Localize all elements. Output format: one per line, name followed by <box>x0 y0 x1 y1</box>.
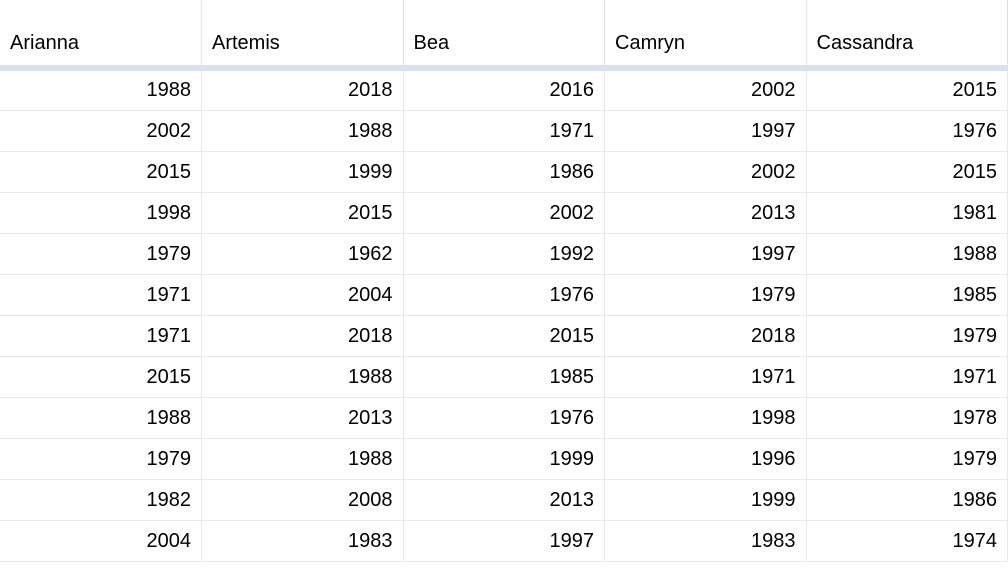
data-cell[interactable]: 2015 <box>403 316 605 357</box>
data-cell[interactable]: 1988 <box>202 111 404 152</box>
table-row: 2015 1988 1985 1971 1971 <box>0 357 1008 398</box>
data-cell[interactable]: 1983 <box>605 521 807 562</box>
data-cell[interactable]: 1986 <box>806 480 1008 521</box>
data-cell[interactable]: 1974 <box>806 521 1008 562</box>
column-header[interactable]: Arianna <box>0 0 202 68</box>
data-cell[interactable]: 2015 <box>806 152 1008 193</box>
table-row: 2015 1999 1986 2002 2015 <box>0 152 1008 193</box>
data-cell[interactable]: 1998 <box>605 398 807 439</box>
data-cell[interactable]: 1971 <box>0 316 202 357</box>
table-row: 1998 2015 2002 2013 1981 <box>0 193 1008 234</box>
data-cell[interactable]: 1999 <box>202 152 404 193</box>
table-row: 1988 2018 2016 2002 2015 <box>0 68 1008 111</box>
data-cell[interactable]: 1996 <box>605 439 807 480</box>
data-cell[interactable]: 1988 <box>202 357 404 398</box>
data-cell[interactable]: 2002 <box>0 111 202 152</box>
data-cell[interactable]: 2018 <box>202 68 404 111</box>
data-cell[interactable]: 2002 <box>403 193 605 234</box>
data-cell[interactable]: 2013 <box>403 480 605 521</box>
data-cell[interactable]: 2004 <box>202 275 404 316</box>
column-header[interactable]: Cassandra <box>806 0 1008 68</box>
data-cell[interactable]: 1988 <box>202 439 404 480</box>
data-cell[interactable]: 2002 <box>605 152 807 193</box>
data-cell[interactable]: 1981 <box>806 193 1008 234</box>
data-cell[interactable]: 1986 <box>403 152 605 193</box>
data-cell[interactable]: 1985 <box>403 357 605 398</box>
table-row: 2002 1988 1971 1997 1976 <box>0 111 1008 152</box>
data-cell[interactable]: 1979 <box>0 439 202 480</box>
data-cell[interactable]: 2018 <box>605 316 807 357</box>
data-cell[interactable]: 1971 <box>605 357 807 398</box>
data-cell[interactable]: 2002 <box>605 68 807 111</box>
data-cell[interactable]: 1971 <box>403 111 605 152</box>
table-row: 1971 2018 2015 2018 1979 <box>0 316 1008 357</box>
column-header[interactable]: Camryn <box>605 0 807 68</box>
data-cell[interactable]: 2018 <box>202 316 404 357</box>
data-cell[interactable]: 2015 <box>0 152 202 193</box>
data-cell[interactable]: 1982 <box>0 480 202 521</box>
table-row: 1988 2013 1976 1998 1978 <box>0 398 1008 439</box>
data-cell[interactable]: 1976 <box>403 398 605 439</box>
data-cell[interactable]: 1997 <box>605 234 807 275</box>
data-cell[interactable]: 1983 <box>202 521 404 562</box>
data-cell[interactable]: 1976 <box>403 275 605 316</box>
column-header[interactable]: Bea <box>403 0 605 68</box>
data-cell[interactable]: 1962 <box>202 234 404 275</box>
table-row: 1971 2004 1976 1979 1985 <box>0 275 1008 316</box>
table-row: 1982 2008 2013 1999 1986 <box>0 480 1008 521</box>
data-cell[interactable]: 1992 <box>403 234 605 275</box>
data-cell[interactable]: 1998 <box>0 193 202 234</box>
data-cell[interactable]: 1979 <box>605 275 807 316</box>
data-cell[interactable]: 1997 <box>403 521 605 562</box>
column-header[interactable]: Artemis <box>202 0 404 68</box>
header-row: Arianna Artemis Bea Camryn Cassandra <box>0 0 1008 68</box>
data-cell[interactable]: 2008 <box>202 480 404 521</box>
data-cell[interactable]: 1999 <box>403 439 605 480</box>
spreadsheet-table: Arianna Artemis Bea Camryn Cassandra 198… <box>0 0 1008 562</box>
data-cell[interactable]: 2013 <box>202 398 404 439</box>
data-cell[interactable]: 2015 <box>0 357 202 398</box>
data-cell[interactable]: 1988 <box>0 398 202 439</box>
data-cell[interactable]: 1988 <box>806 234 1008 275</box>
data-cell[interactable]: 1979 <box>0 234 202 275</box>
data-cell[interactable]: 1971 <box>806 357 1008 398</box>
data-cell[interactable]: 1988 <box>0 68 202 111</box>
data-cell[interactable]: 2016 <box>403 68 605 111</box>
data-cell[interactable]: 1985 <box>806 275 1008 316</box>
data-cell[interactable]: 1999 <box>605 480 807 521</box>
data-cell[interactable]: 1997 <box>605 111 807 152</box>
data-cell[interactable]: 2004 <box>0 521 202 562</box>
table-row: 1979 1962 1992 1997 1988 <box>0 234 1008 275</box>
data-cell[interactable]: 2015 <box>806 68 1008 111</box>
data-cell[interactable]: 2015 <box>202 193 404 234</box>
data-cell[interactable]: 1978 <box>806 398 1008 439</box>
data-cell[interactable]: 1979 <box>806 439 1008 480</box>
table-row: 1979 1988 1999 1996 1979 <box>0 439 1008 480</box>
data-cell[interactable]: 1971 <box>0 275 202 316</box>
data-cell[interactable]: 2013 <box>605 193 807 234</box>
table-row: 2004 1983 1997 1983 1974 <box>0 521 1008 562</box>
data-cell[interactable]: 1979 <box>806 316 1008 357</box>
data-cell[interactable]: 1976 <box>806 111 1008 152</box>
